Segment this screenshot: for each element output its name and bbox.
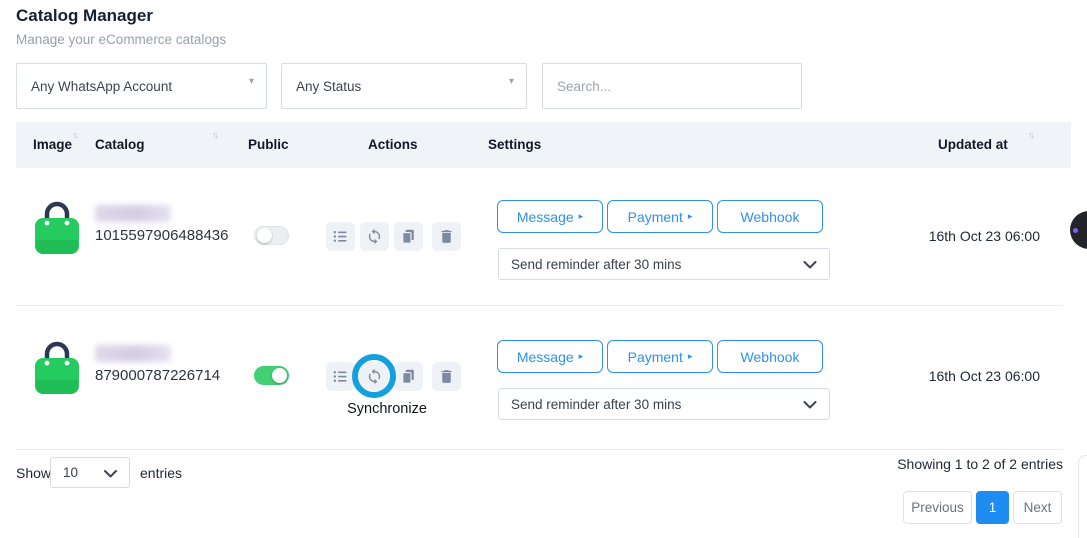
col-updated-at: Updated at [938, 137, 1008, 152]
row-divider [16, 305, 1063, 306]
webhook-button-label: Webhook [741, 349, 800, 365]
payment-button-label: Payment [628, 209, 683, 225]
toggle-knob [257, 228, 272, 243]
chevron-down-icon [803, 401, 817, 409]
message-button[interactable]: Message ▸ [497, 200, 603, 233]
show-label: Show [16, 465, 51, 481]
catalog-bag-icon [30, 197, 84, 255]
list-icon [332, 368, 349, 385]
list-icon [332, 228, 349, 245]
catalog-manager-page: Catalog Manager Manage your eCommerce ca… [0, 0, 1087, 538]
search-input[interactable] [543, 64, 829, 108]
page-title: Catalog Manager [16, 6, 153, 26]
table-row: 1015597906488436 Message ▸ Payment ▸ Web… [0, 168, 1087, 305]
caret-right-icon: ▸ [579, 212, 584, 221]
showing-entries-text: Showing 1 to 2 of 2 entries [760, 456, 1063, 472]
copy-icon [400, 368, 417, 385]
message-button-label: Message [517, 209, 574, 225]
webhook-button-label: Webhook [741, 209, 800, 225]
chevron-down-icon [803, 261, 817, 269]
caret-right-icon: ▸ [688, 212, 693, 221]
fab-accent-dot [1073, 228, 1078, 233]
catalog-name-redacted [95, 205, 171, 222]
catalog-name-redacted [95, 345, 171, 362]
trash-icon [438, 228, 455, 245]
status-filter-value: Any Status [296, 79, 361, 94]
col-public: Public [248, 137, 289, 152]
reminder-select-value: Send reminder after 30 mins [511, 257, 681, 272]
catalog-id: 879000787226714 [95, 367, 220, 384]
catalog-bag-icon [30, 337, 84, 395]
sort-icon[interactable]: ↑↓ [212, 130, 217, 140]
duplicate-button[interactable] [394, 222, 423, 251]
chevron-down-icon [104, 470, 117, 478]
col-image: Image [33, 137, 72, 152]
table-row: 879000787226714 Synchronize Message ▸ Pa… [0, 308, 1087, 445]
whatsapp-account-filter-value: Any WhatsApp Account [31, 79, 172, 94]
current-page-button[interactable]: 1 [976, 491, 1009, 524]
sync-icon [366, 228, 383, 245]
delete-button[interactable] [432, 222, 461, 251]
next-page-button[interactable]: Next [1013, 491, 1062, 524]
delete-button[interactable] [432, 362, 461, 391]
page-subtitle: Manage your eCommerce catalogs [16, 32, 226, 47]
copy-icon [400, 228, 417, 245]
table-header: Image ↑↓ Catalog ↑↓ Public Actions Setti… [16, 122, 1071, 168]
toggle-knob [272, 368, 287, 383]
updated-at: 16th Oct 23 06:00 [900, 368, 1040, 384]
details-button[interactable] [326, 222, 355, 251]
duplicate-button[interactable] [394, 362, 423, 391]
dropdown-caret-icon: ▾ [249, 76, 254, 87]
payment-button-label: Payment [628, 349, 683, 365]
col-catalog: Catalog [95, 137, 145, 152]
webhook-button[interactable]: Webhook [717, 200, 823, 233]
message-button-label: Message [517, 349, 574, 365]
previous-page-button[interactable]: Previous [903, 491, 972, 524]
sync-button[interactable] [360, 222, 389, 251]
sort-icon[interactable]: ↑↓ [1028, 130, 1033, 140]
reminder-select[interactable]: Send reminder after 30 mins [498, 248, 830, 280]
reminder-select[interactable]: Send reminder after 30 mins [498, 388, 830, 420]
right-edge-panel [1078, 455, 1087, 538]
synchronize-label: Synchronize [322, 401, 452, 417]
webhook-button[interactable]: Webhook [717, 340, 823, 373]
col-actions: Actions [368, 137, 418, 152]
trash-icon [438, 368, 455, 385]
reminder-select-value: Send reminder after 30 mins [511, 397, 681, 412]
entries-label: entries [140, 465, 182, 481]
whatsapp-account-filter[interactable]: Any WhatsApp Account ▾ [16, 63, 267, 109]
page-size-select[interactable]: 10 [50, 457, 130, 488]
search-box [542, 63, 802, 109]
col-settings: Settings [488, 137, 541, 152]
updated-at: 16th Oct 23 06:00 [900, 228, 1040, 244]
caret-right-icon: ▸ [688, 352, 693, 361]
details-button[interactable] [326, 362, 355, 391]
payment-button[interactable]: Payment ▸ [607, 340, 713, 373]
payment-button[interactable]: Payment ▸ [607, 200, 713, 233]
dropdown-caret-icon: ▾ [509, 76, 514, 87]
page-size-value: 10 [63, 465, 78, 480]
public-toggle[interactable] [254, 366, 289, 385]
status-filter[interactable]: Any Status ▾ [281, 63, 527, 109]
message-button[interactable]: Message ▸ [497, 340, 603, 373]
catalog-id: 1015597906488436 [95, 227, 228, 244]
footer-divider [16, 449, 1063, 450]
public-toggle[interactable] [254, 226, 289, 245]
caret-right-icon: ▸ [579, 352, 584, 361]
sync-highlight-ring [352, 354, 396, 398]
sort-icon[interactable]: ↑↓ [72, 130, 77, 140]
